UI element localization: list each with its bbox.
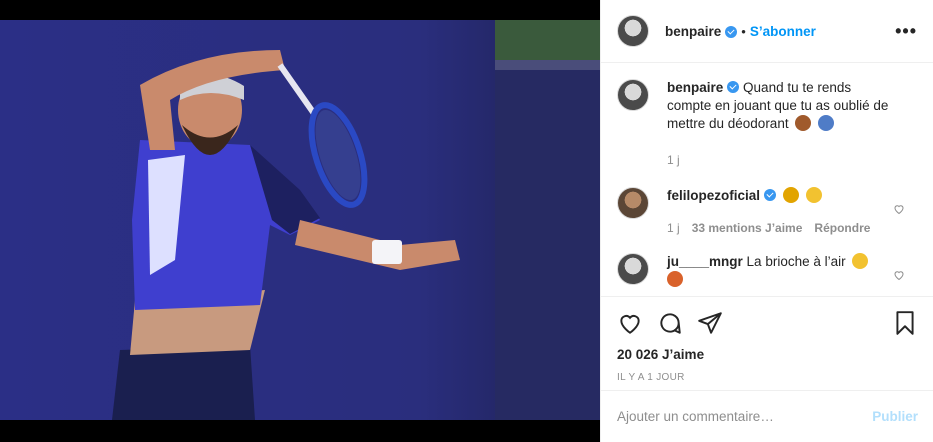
author-username[interactable]: benpaire [665,24,721,39]
avatar[interactable] [617,15,649,47]
post-timestamp[interactable]: Il y a 1 jour [617,372,918,383]
more-icon[interactable]: ••• [895,21,917,42]
tennis-player-image [0,20,600,420]
follow-button[interactable]: S’abonner [750,24,816,39]
comment-like-icon[interactable] [893,203,905,215]
laughing-emoji-icon [852,253,869,269]
comment-likes[interactable]: 33 mentions J’aime [692,219,803,237]
likes-count[interactable]: 20 026 J’aime [617,347,918,362]
avatar[interactable] [617,187,649,219]
post-header: benpaire • S’abonner ••• [601,0,933,63]
post-side-panel: benpaire • S’abonner ••• benpaire Quand … [600,0,933,442]
verified-icon [725,26,738,38]
comment-composer: Ajouter un commentaire… Publier [601,390,933,442]
verified-icon [764,189,777,201]
comment-icon[interactable] [657,310,683,336]
verified-icon [727,81,740,93]
comment-username[interactable]: felilopezoficial [667,188,760,203]
fire-emoji-icon [667,271,683,287]
shrug-emoji-icon [818,115,835,131]
publish-button[interactable]: Publier [872,409,918,424]
list-item: ju____mngr La brioche à l’air [617,253,917,289]
comment-input[interactable]: Ajouter un commentaire… [617,409,774,424]
laughing-emoji-icon [805,187,822,203]
post-photo[interactable] [0,20,600,420]
comment-age[interactable]: 1 j [667,219,680,237]
share-icon[interactable] [697,310,723,336]
comments-list[interactable]: benpaire Quand tu te rends compte en jou… [601,63,933,296]
avatar[interactable] [617,79,649,111]
comment-username[interactable]: ju____mngr [667,254,743,269]
avatar[interactable] [617,253,649,285]
monkey-emoji-icon [795,115,812,131]
medal-emoji-icon [782,187,799,203]
separator-dot: • [741,23,746,39]
reply-button[interactable]: Répondre [814,219,870,237]
caption: benpaire Quand tu te rends compte en jou… [617,79,917,169]
caption-age[interactable]: 1 j [667,151,680,169]
list-item: felilopezoficial 1 j 33 mentions J’aime … [617,187,917,237]
comment-text: La brioche à l’air [746,254,846,269]
post-actions: 20 026 J’aime Il y a 1 jour [601,296,933,383]
caption-username[interactable]: benpaire [667,80,723,95]
comment-like-icon[interactable] [893,269,905,281]
photo-bottom-bar [0,420,600,442]
like-icon[interactable] [617,310,643,336]
save-icon[interactable] [892,310,918,336]
